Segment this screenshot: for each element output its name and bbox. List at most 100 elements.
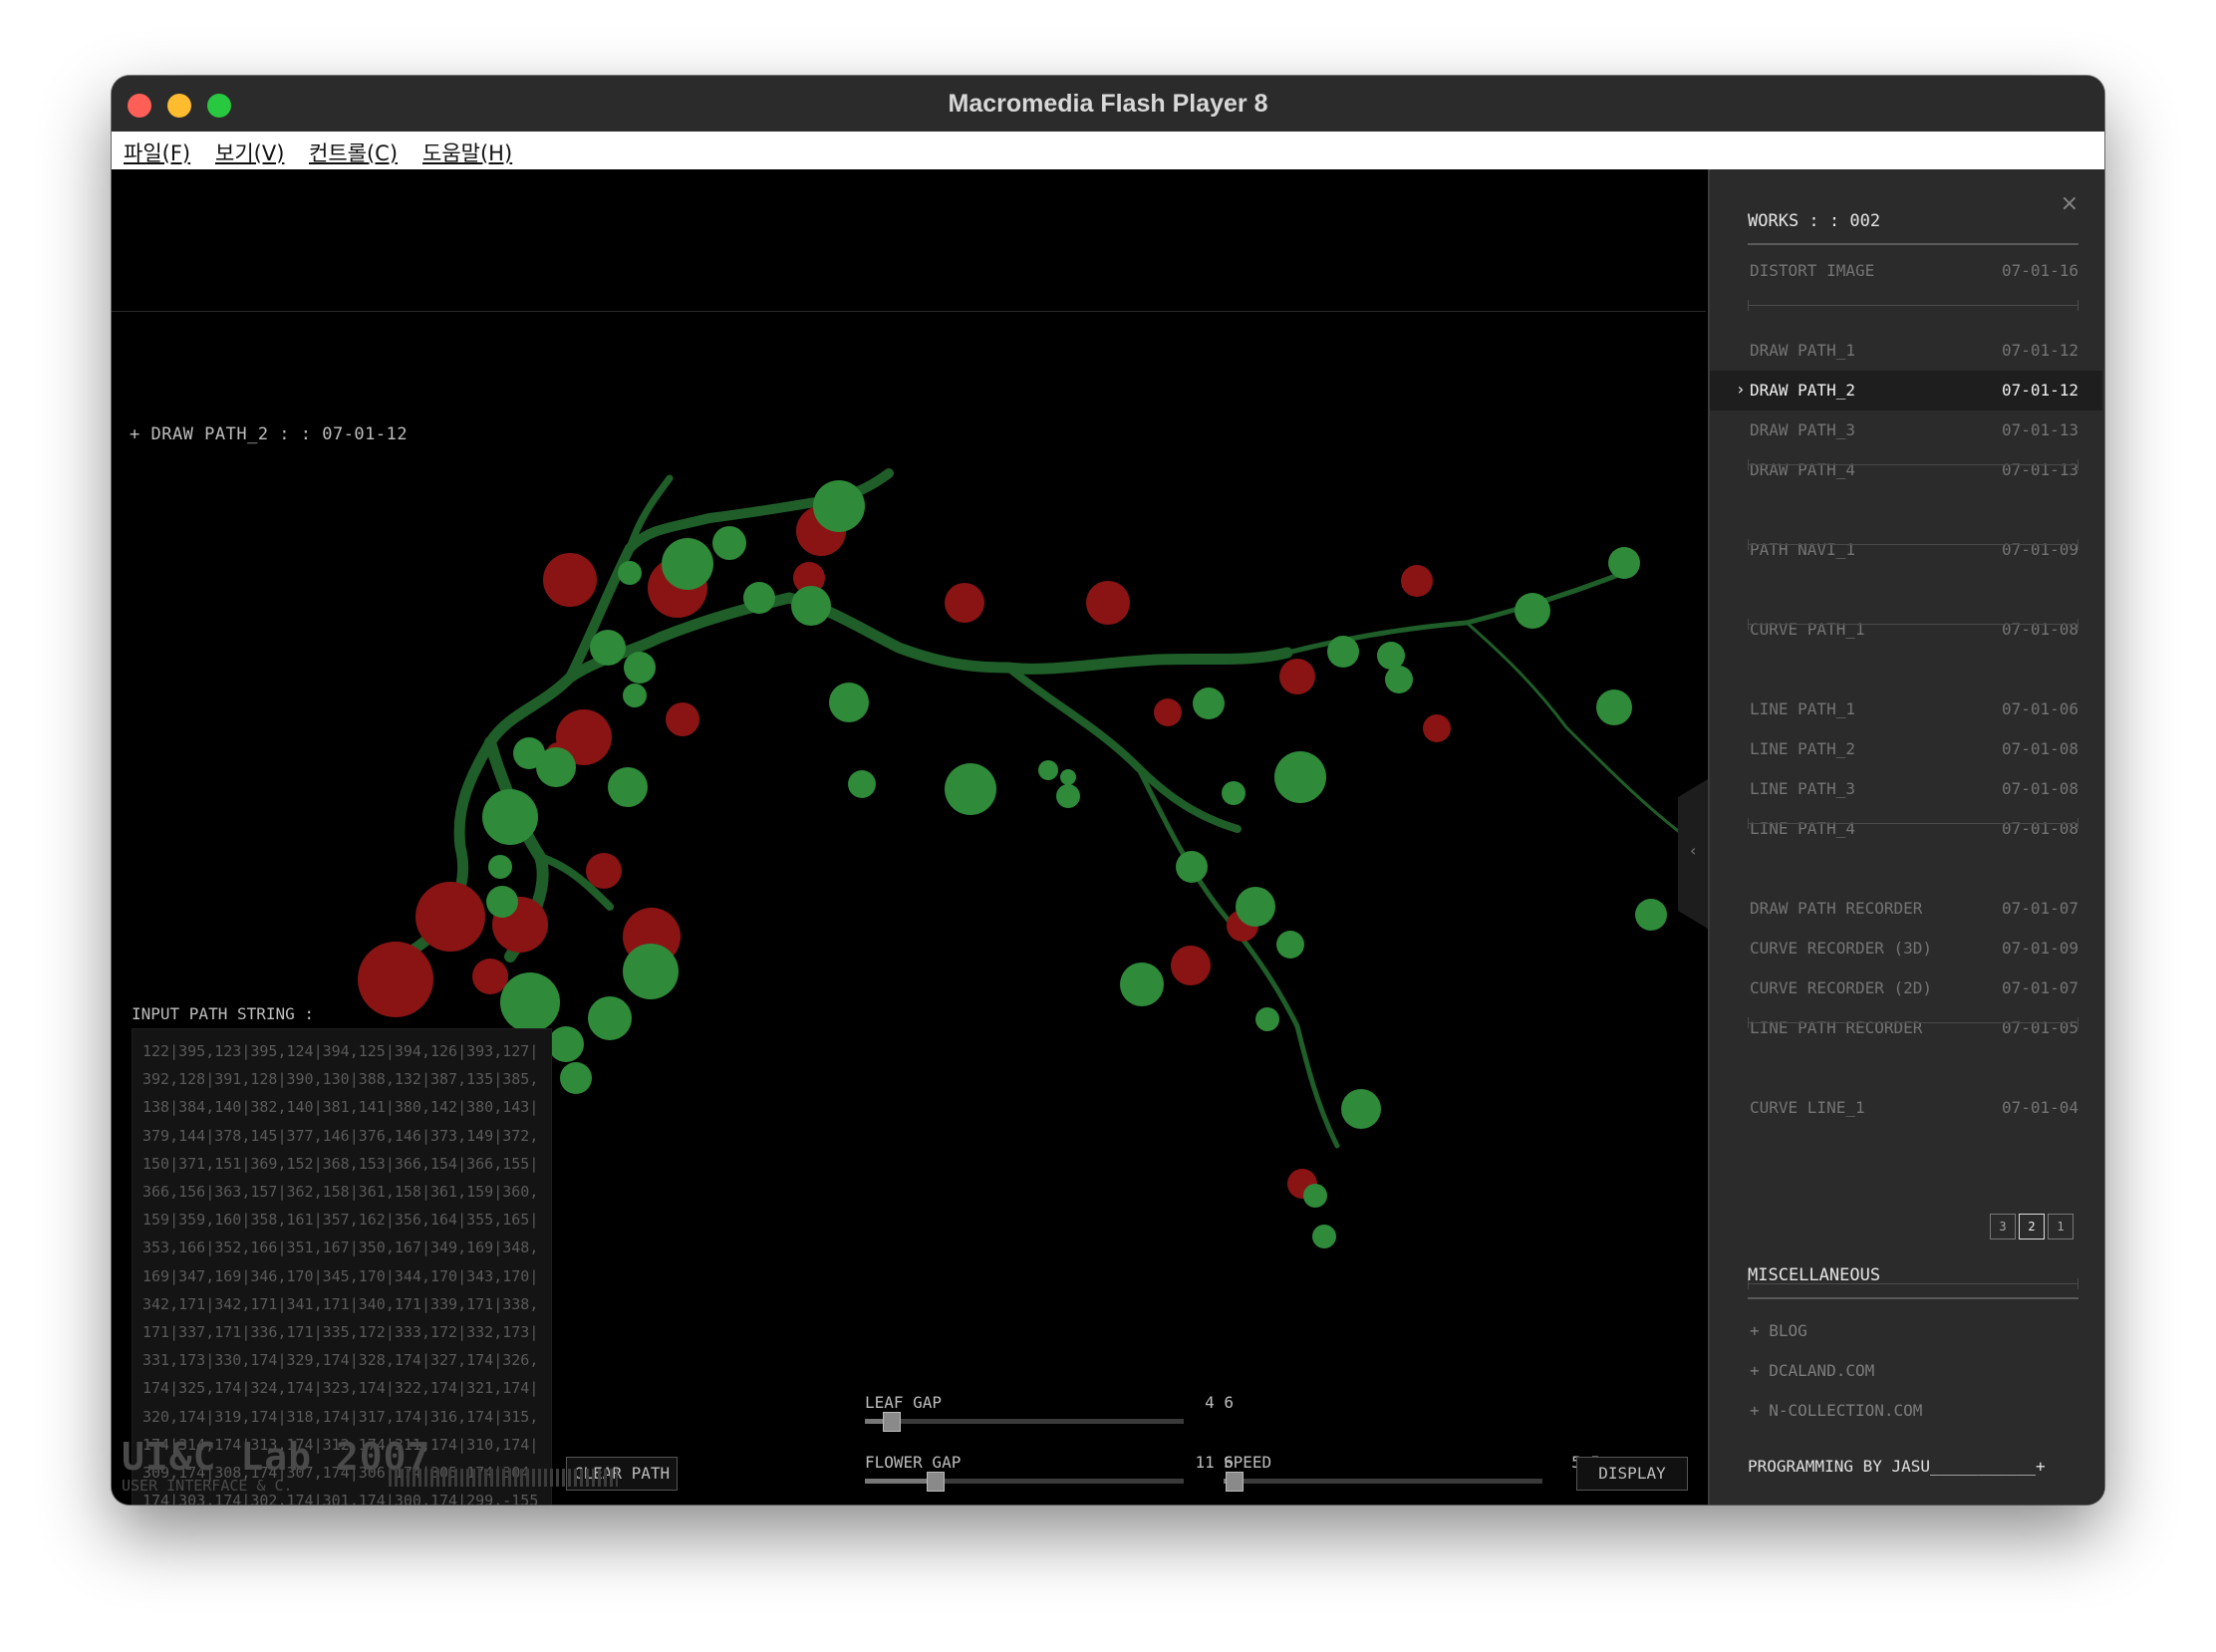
close-icon[interactable]: × <box>2061 191 2078 216</box>
work-item[interactable]: DISTORT IMAGE 07-01-16 <box>1710 251 2102 291</box>
page-button[interactable]: 3 <box>1990 1214 2016 1239</box>
work-item-date: 07-01-08 <box>2001 739 2078 758</box>
menu-control[interactable]: 컨트롤(C) <box>309 138 398 167</box>
work-item[interactable]: CURVE RECORDER (2D) 07-01-07 <box>1710 968 2102 1008</box>
work-item-date: 07-01-07 <box>2001 978 2078 997</box>
work-item[interactable]: LINE PATH_1 07-01-06 <box>1710 689 2102 729</box>
programming-credit: PROGRAMMING BY JASU___________+ <box>1748 1457 2046 1476</box>
work-item-name: CURVE LINE_1 <box>1750 1098 1865 1117</box>
stem-far-right <box>1465 621 1688 839</box>
work-item-date: 07-01-08 <box>2001 819 2078 838</box>
work-item-name: CURVE RECORDER (2D) <box>1750 978 1933 997</box>
group-separator <box>1748 1017 2078 1028</box>
lab-logo: UI&C Lab 2007 USER INTERFACE & C. <box>122 1435 430 1495</box>
group-separator <box>1748 619 2078 630</box>
work-item[interactable]: DRAW PATH_4 07-01-13 <box>1710 450 2102 490</box>
work-item[interactable]: PATH NAVI_1 07-01-09 <box>1710 530 2102 570</box>
logo-sub-text: USER INTERFACE & C. <box>122 1477 293 1495</box>
work-item-name: DRAW PATH_2 <box>1750 381 1855 400</box>
work-item-date: 07-01-04 <box>2001 1098 2078 1117</box>
work-item-name: PATH NAVI_1 <box>1750 540 1855 559</box>
work-item-name: LINE PATH_2 <box>1750 739 1855 758</box>
work-item[interactable]: CURVE PATH_1 07-01-08 <box>1710 610 2102 650</box>
work-item-date: 07-01-07 <box>2001 899 2078 918</box>
speed-slider[interactable] <box>1224 1472 1542 1492</box>
n-collection-link[interactable]: + N-COLLECTION.COM <box>1750 1401 1922 1420</box>
work-item-name: LINE PATH RECORDER <box>1750 1018 1923 1037</box>
works-sidebar: × WORKS : : 002 DISTORT IMAGE 07-01-16 DRA… <box>1708 169 2104 1505</box>
menu-help[interactable]: 도움말(H) <box>422 138 512 167</box>
speed-label: SPEED <box>1224 1453 1272 1472</box>
menu-bar: 파일(F) 보기(V) 컨트롤(C) 도움말(H) <box>112 132 2104 170</box>
flower-gap-label: FLOWER GAP <box>865 1453 962 1472</box>
work-item-name: DISTORT IMAGE <box>1750 261 1875 280</box>
works-title-underline <box>1748 243 2078 245</box>
work-item-date: 07-01-09 <box>2001 939 2078 958</box>
logo-decoration <box>389 1469 618 1487</box>
work-item-date: 07-01-06 <box>2001 699 2078 718</box>
page-button-current[interactable]: 2 <box>2019 1214 2045 1239</box>
collapse-sidebar-tab[interactable]: ‹ <box>1678 779 1708 929</box>
group-separator <box>1748 539 2078 550</box>
stems <box>405 468 1688 1149</box>
work-item[interactable]: LINE PATH_2 07-01-08 <box>1710 729 2102 769</box>
leaf-gap-slider[interactable] <box>865 1412 1184 1432</box>
work-item-date: 07-01-08 <box>2001 620 2078 639</box>
misc-title: MISCELLANEOUS <box>1748 1265 1881 1285</box>
speed-thumb[interactable] <box>1225 1472 1244 1492</box>
work-item-date: 07-01-12 <box>2001 341 2078 360</box>
work-item[interactable]: CURVE LINE_1 07-01-04 <box>1710 1088 2102 1128</box>
work-item-name: LINE PATH_4 <box>1750 819 1855 838</box>
menu-view[interactable]: 보기(V) <box>215 138 284 167</box>
misc-title-underline <box>1748 1297 2078 1299</box>
path-string-input[interactable]: 122|395,123|395,124|394,125|394,126|393,… <box>132 1028 552 1505</box>
leaf-gap-value: 4 6 <box>1205 1393 1234 1412</box>
leaf-gap-thumb[interactable] <box>882 1412 901 1432</box>
leaf-gap-label: LEAF GAP <box>865 1393 943 1412</box>
window-title: Macromedia Flash Player 8 <box>948 90 1268 118</box>
flower-gap-value: 11 6 <box>1195 1453 1234 1472</box>
work-item-name: DRAW PATH RECORDER <box>1750 899 1923 918</box>
work-item-date: 07-01-08 <box>2001 779 2078 798</box>
menu-file[interactable]: 파일(F) <box>124 138 190 167</box>
stem-branch-down2 <box>1135 764 1340 1149</box>
work-item-name: DRAW PATH_4 <box>1750 460 1855 479</box>
flower-gap-thumb[interactable] <box>927 1472 946 1492</box>
work-item[interactable]: CURVE RECORDER (3D) 07-01-09 <box>1710 929 2102 968</box>
dcaland-link[interactable]: + DCALAND.COM <box>1750 1361 1874 1380</box>
work-item[interactable]: DRAW PATH_1 07-01-12 <box>1710 331 2102 371</box>
work-item[interactable]: LINE PATH RECORDER 07-01-05 <box>1710 1008 2102 1048</box>
section-title: + DRAW PATH_2 : : 07-01-12 <box>130 424 409 444</box>
group-separator <box>1748 459 2078 470</box>
group-separator <box>1748 818 2078 829</box>
work-item-date: 07-01-05 <box>2001 1018 2078 1037</box>
work-item-name: CURVE RECORDER (3D) <box>1750 939 1933 958</box>
work-item-date: 07-01-09 <box>2001 540 2078 559</box>
input-path-label: INPUT PATH STRING : <box>132 1004 315 1023</box>
work-item[interactable]: › DRAW PATH_2 07-01-12 <box>1710 371 2102 411</box>
title-bar: Macromedia Flash Player 8 <box>112 76 2104 133</box>
flash-stage: + DRAW PATH_2 : : 07-01-12 INPUT PATH ST… <box>112 169 2104 1505</box>
work-item[interactable]: DRAW PATH_3 07-01-13 <box>1710 411 2102 450</box>
logo-main-text: UI&C Lab 2007 <box>122 1435 431 1479</box>
work-item-name: DRAW PATH_3 <box>1750 420 1855 439</box>
chevron-right-icon: › <box>1736 380 1746 399</box>
page-button[interactable]: 1 <box>2048 1214 2074 1239</box>
pagination: 321 <box>1987 1214 2074 1239</box>
work-item[interactable]: LINE PATH_3 07-01-08 <box>1710 769 2102 809</box>
path-string-value: 122|395,123|395,124|394,125|394,126|393,… <box>142 1042 539 1505</box>
work-item-name: LINE PATH_1 <box>1750 699 1855 718</box>
chevron-left-icon: ‹ <box>1690 841 1697 860</box>
work-item-name: LINE PATH_3 <box>1750 779 1855 798</box>
display-button[interactable]: DISPLAY <box>1576 1457 1688 1491</box>
blog-link[interactable]: + BLOG <box>1750 1321 1807 1340</box>
work-item-date: 07-01-13 <box>2001 420 2078 439</box>
flower-gap-fill <box>865 1479 936 1484</box>
work-item-date: 07-01-16 <box>2001 261 2078 280</box>
work-item[interactable]: DRAW PATH RECORDER 07-01-07 <box>1710 889 2102 929</box>
work-item-date: 07-01-12 <box>2001 381 2078 400</box>
flower-gap-slider[interactable] <box>865 1472 1184 1492</box>
work-item-name: CURVE PATH_1 <box>1750 620 1865 639</box>
work-item[interactable]: LINE PATH_4 07-01-08 <box>1710 809 2102 849</box>
works-title: WORKS : : 002 <box>1748 211 1881 231</box>
